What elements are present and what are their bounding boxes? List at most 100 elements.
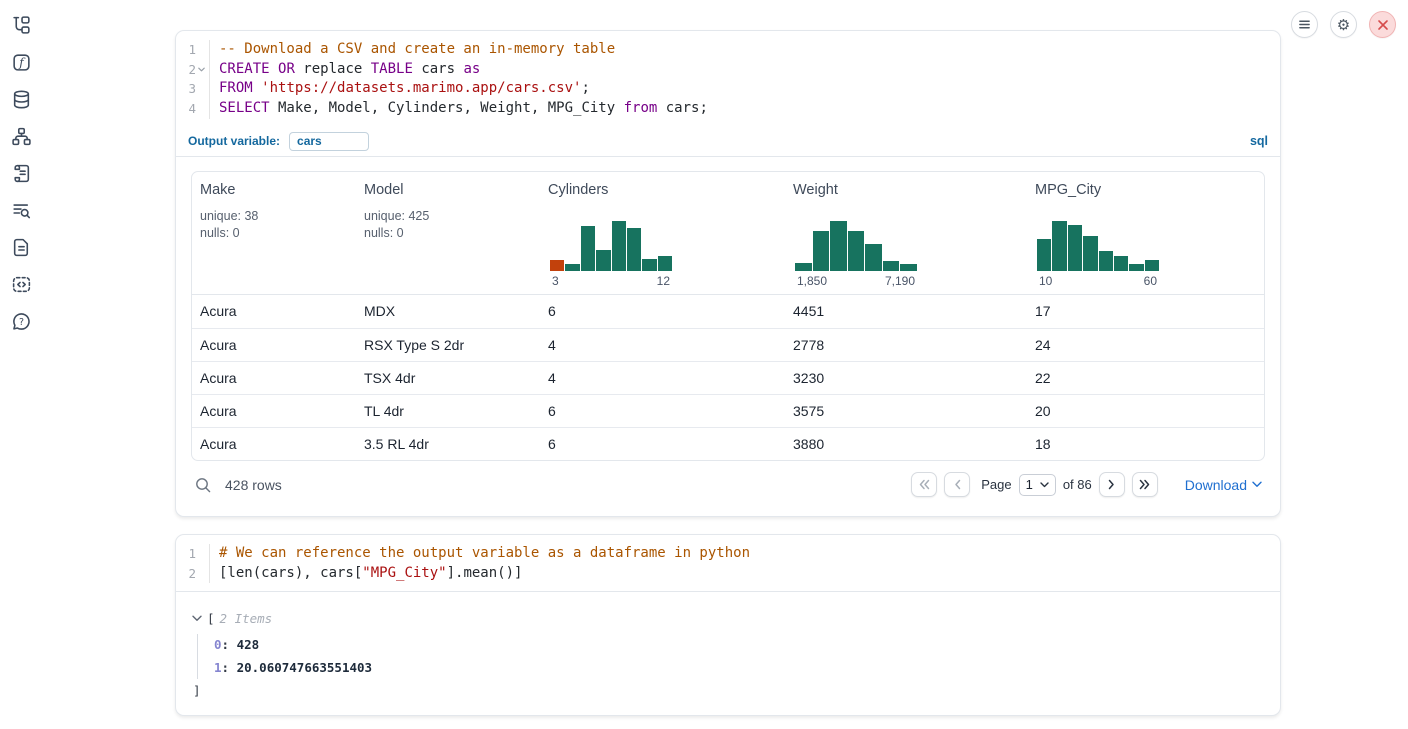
column-header-weight[interactable]: Weight1,8507,190	[785, 172, 1027, 294]
code-line: 3 FROM 'https://datasets.marimo.app/cars.…	[176, 79, 1280, 99]
table-cell: 3.5 RL 4dr	[356, 436, 540, 452]
column-stat: nulls: 0	[364, 225, 532, 241]
column-header-make[interactable]: Makeunique: 38nulls: 0	[192, 172, 356, 294]
line-gutter: 1	[176, 544, 210, 564]
sidebar-item-datasources[interactable]	[10, 88, 32, 110]
histogram-bar	[1114, 256, 1128, 271]
histogram-bar	[1145, 260, 1159, 271]
table-cell: 4	[540, 370, 785, 386]
python-editor[interactable]: 1 # We can reference the output variable …	[176, 535, 1280, 591]
close-icon	[1377, 19, 1389, 31]
sidebar-item-logs[interactable]	[10, 199, 32, 221]
last-page-button[interactable]	[1132, 472, 1158, 497]
table-row[interactable]: AcuraTSX 4dr4323022	[192, 361, 1264, 394]
prev-page-button[interactable]	[944, 472, 970, 497]
page-total-label: of 86	[1063, 477, 1092, 492]
close-bracket: ]	[193, 683, 1264, 698]
sidebar-item-snippets[interactable]	[10, 273, 32, 295]
row-count: 428 rows	[225, 477, 282, 493]
column-histogram: 1060	[1037, 221, 1159, 288]
histogram-bar	[1052, 221, 1066, 271]
table-cell: 3230	[785, 370, 1027, 386]
histogram-bar	[813, 231, 830, 271]
token: TABLE	[371, 61, 413, 77]
column-name: Cylinders	[548, 182, 777, 198]
sql-editor[interactable]: 1 -- Download a CSV and create an in-memo…	[176, 31, 1280, 127]
output-variable-input[interactable]	[289, 132, 369, 151]
token: cars	[413, 61, 464, 77]
sql-cell: 1 -- Download a CSV and create an in-memo…	[175, 30, 1281, 517]
axis-min-label: 3	[552, 274, 559, 288]
code-text: FROM 'https://datasets.marimo.app/cars.c…	[210, 79, 590, 99]
column-stat: unique: 38	[200, 208, 348, 224]
token: [len(cars), cars[	[219, 565, 362, 581]
table-cell: TSX 4dr	[356, 370, 540, 386]
histogram-axis: 1,8507,190	[795, 274, 917, 288]
column-header-cylinders[interactable]: Cylinders312	[540, 172, 785, 294]
histogram-bar	[581, 226, 595, 271]
next-page-button[interactable]	[1099, 472, 1125, 497]
sidebar-item-functions[interactable]: f	[10, 51, 32, 73]
line-gutter: 4	[176, 99, 210, 119]
table-cell: MDX	[356, 303, 540, 319]
histogram-bar	[900, 264, 917, 271]
table-cell: Acura	[192, 436, 356, 452]
table-cell: Acura	[192, 303, 356, 319]
window-controls: ⚙	[1291, 11, 1396, 38]
table-row[interactable]: AcuraMDX6445117	[192, 295, 1264, 328]
menu-button[interactable]	[1291, 11, 1318, 38]
entry-key: 0	[214, 637, 222, 652]
token: CREATE	[219, 61, 270, 77]
line-number: 3	[188, 79, 196, 99]
item-count-label: 2 Items	[220, 611, 273, 626]
histogram-bar	[795, 263, 812, 271]
page-select-value: 1	[1026, 477, 1033, 492]
entry-colon: :	[222, 660, 237, 675]
close-button[interactable]	[1369, 11, 1396, 38]
table-row[interactable]: AcuraTL 4dr6357520	[192, 394, 1264, 427]
token: # We can reference the output variable a…	[219, 545, 750, 561]
search-button[interactable]	[194, 476, 212, 494]
line-gutter: 1	[176, 40, 210, 60]
line-gutter: 3	[176, 79, 210, 99]
download-button[interactable]: Download	[1185, 477, 1262, 493]
sql-output: Makeunique: 38nulls: 0Modelunique: 425nu…	[176, 157, 1280, 516]
tree-root[interactable]: [ 2 Items	[192, 611, 1264, 626]
column-header-mpg_city[interactable]: MPG_City 1060	[1027, 172, 1264, 294]
histogram-bar	[550, 260, 564, 271]
sidebar-item-documentation[interactable]	[10, 236, 32, 258]
table-row[interactable]: AcuraRSX Type S 2dr4277824	[192, 328, 1264, 361]
sidebar-item-help[interactable]: ?	[10, 310, 32, 332]
code-line: 1 # We can reference the output variable …	[176, 544, 1280, 564]
column-stat: nulls: 0	[200, 225, 348, 241]
column-header-model[interactable]: Modelunique: 425nulls: 0	[356, 172, 540, 294]
token: "MPG_City"	[362, 565, 446, 581]
language-badge[interactable]: sql	[1250, 134, 1268, 148]
token: -- Download a CSV and create an in-memor…	[219, 41, 615, 57]
first-page-button[interactable]	[911, 472, 937, 497]
output-variable-label: Output variable:	[188, 134, 280, 148]
histogram-bar	[565, 264, 579, 271]
sidebar-item-file-explorer[interactable]	[10, 14, 32, 36]
page-select[interactable]: 1	[1019, 474, 1056, 496]
document-icon	[11, 237, 32, 258]
download-label: Download	[1185, 477, 1247, 493]
histogram-bar	[658, 256, 672, 271]
table-cell: 2778	[785, 337, 1027, 353]
histogram-bar	[642, 259, 656, 271]
fold-chevron-icon[interactable]	[196, 65, 207, 74]
chevron-down-icon	[1040, 482, 1049, 488]
sidebar-item-dependency-graph[interactable]	[10, 125, 32, 147]
tree-entries: 0: 4281: 20.060747663551403	[197, 634, 1264, 679]
code-line: 1 -- Download a CSV and create an in-memo…	[176, 40, 1280, 60]
settings-button[interactable]: ⚙	[1330, 11, 1357, 38]
token	[270, 61, 278, 77]
axis-max-label: 7,190	[885, 274, 915, 288]
sidebar-item-scratchpad[interactable]	[10, 162, 32, 184]
list-output: [ 2 Items 0: 4281: 20.060747663551403 ]	[176, 591, 1280, 715]
line-gutter: 2	[176, 564, 210, 584]
chevron-left-icon	[953, 479, 962, 490]
column-name: MPG_City	[1035, 182, 1256, 198]
table-header: Makeunique: 38nulls: 0Modelunique: 425nu…	[192, 172, 1264, 295]
table-row[interactable]: Acura3.5 RL 4dr6388018	[192, 427, 1264, 460]
